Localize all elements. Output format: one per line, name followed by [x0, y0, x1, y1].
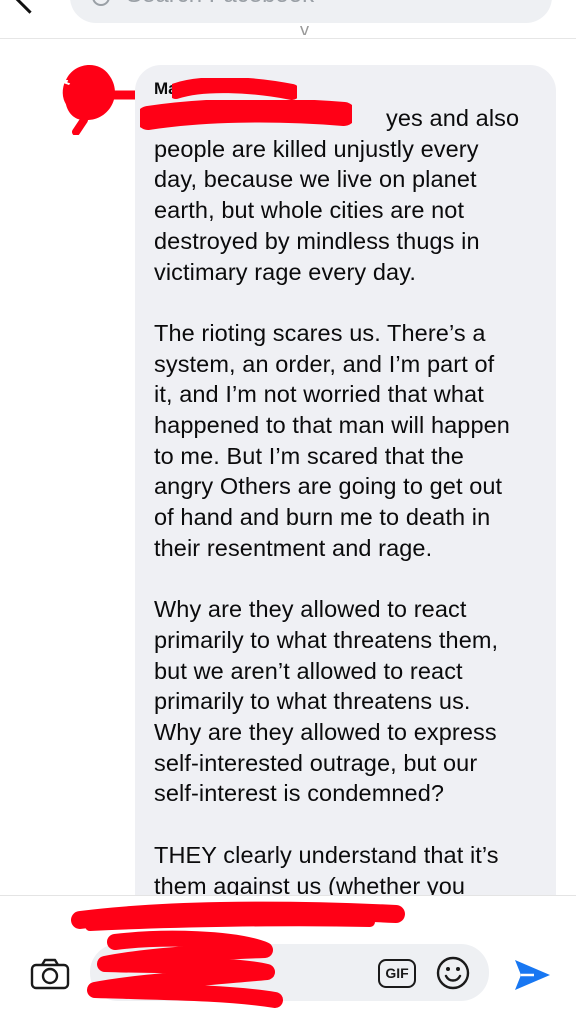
- gif-button[interactable]: GIF: [378, 959, 416, 988]
- divider: [0, 38, 576, 39]
- search-placeholder: Search Facebook: [126, 0, 314, 9]
- send-icon[interactable]: [512, 957, 552, 993]
- search-icon: [92, 0, 110, 6]
- emoji-icon[interactable]: [436, 956, 470, 990]
- redaction-composer-input: [87, 930, 283, 1008]
- back-chevron-icon[interactable]: [13, 0, 46, 14]
- redaction-first-line: [140, 100, 352, 130]
- divider: [0, 895, 576, 896]
- top-bar: Search Facebook y: [0, 0, 576, 40]
- header-fragment: y: [300, 25, 309, 35]
- avatar-redacted: [62, 64, 139, 135]
- message-text: yes and also people are killed unjustly …: [154, 105, 520, 899]
- search-bar[interactable]: Search Facebook: [70, 0, 552, 23]
- camera-icon[interactable]: [30, 958, 70, 990]
